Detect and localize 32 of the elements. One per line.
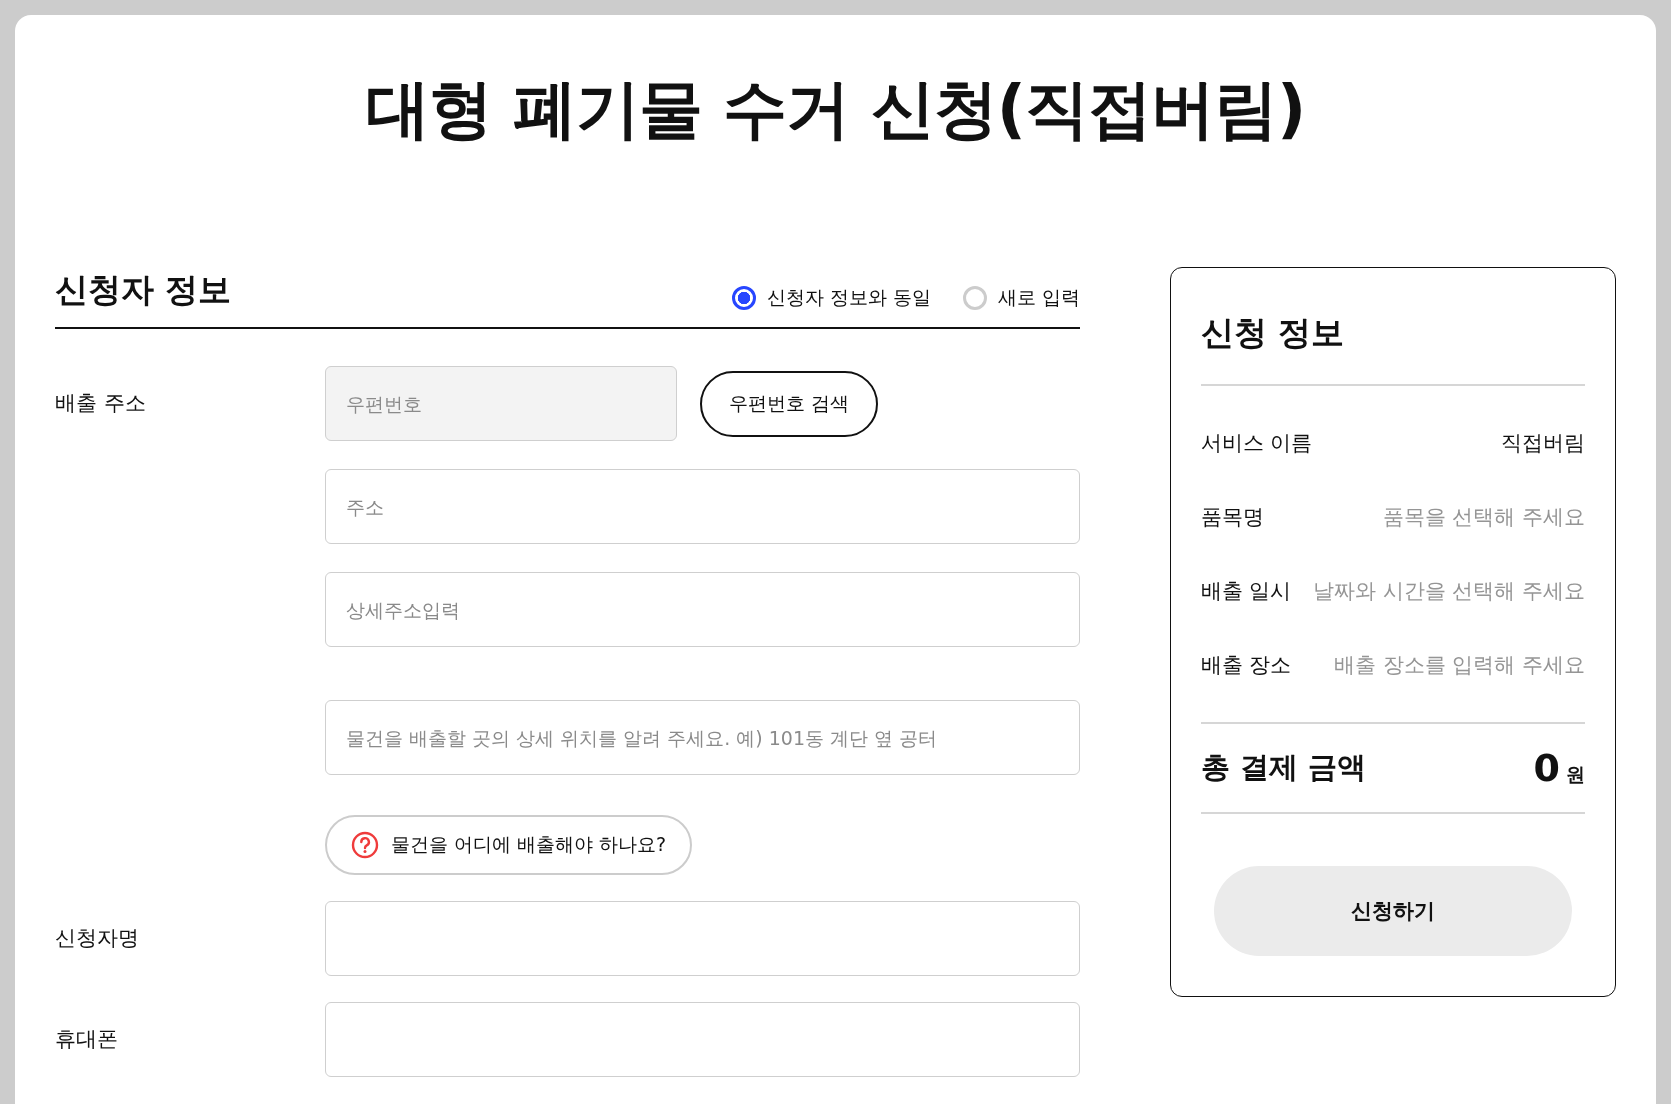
question-icon <box>351 831 379 859</box>
panel-heading: 신청 정보 <box>1200 312 1346 354</box>
radio-button-icon[interactable] <box>731 286 756 310</box>
phone-field[interactable] <box>325 1002 1080 1077</box>
address-field[interactable]: 주소 <box>325 469 1080 544</box>
radio-option[interactable]: 새로 입력 <box>962 285 1080 311</box>
summary-value: 배출 장소를 입력해 주세요 <box>1333 652 1585 679</box>
name-field[interactable] <box>325 901 1080 976</box>
summary-label: 서비스 이름 <box>1200 430 1313 457</box>
summary-value: 품목을 선택해 주세요 <box>1382 504 1585 531</box>
section-heading: 신청자 정보 <box>55 269 232 311</box>
total-label: 총 결제 금액 <box>1200 749 1366 786</box>
postcode-field[interactable]: 우편번호 <box>325 366 677 441</box>
address-field[interactable]: 물건을 배출할 곳의 상세 위치를 알려 주세요. 예) 101동 계단 옆 공터 <box>325 700 1080 775</box>
radio-option[interactable]: 신청자 정보와 동일 <box>731 285 931 311</box>
address-field[interactable]: 상세주소입력 <box>325 572 1080 647</box>
postcode-search-button[interactable]: 우편번호 검색 <box>700 370 879 437</box>
radio-label: 신청자 정보와 동일 <box>766 285 931 310</box>
radio-label: 새로 입력 <box>997 285 1080 310</box>
help-button[interactable]: 물건을 어디에 배출해야 하나요? <box>325 815 693 875</box>
summary-label: 품목명 <box>1200 504 1264 531</box>
summary-value: 직접버림 <box>1501 430 1585 457</box>
submit-button[interactable]: 신청하기 <box>1213 866 1572 956</box>
page-title: 대형 폐기물 수거 신청(직접버림) <box>364 71 1307 148</box>
total-amount: 0 <box>1533 746 1560 790</box>
field-label: 배출 주소 <box>55 390 147 417</box>
field-label: 신청자명 <box>55 925 140 952</box>
field-label: 휴대폰 <box>55 1026 119 1053</box>
currency-unit: 원 <box>1566 762 1585 787</box>
summary-label: 배출 일시 <box>1200 578 1292 605</box>
summary-value: 날짜와 시간을 선택해 주세요 <box>1312 578 1585 605</box>
summary-label: 배출 장소 <box>1200 652 1292 679</box>
